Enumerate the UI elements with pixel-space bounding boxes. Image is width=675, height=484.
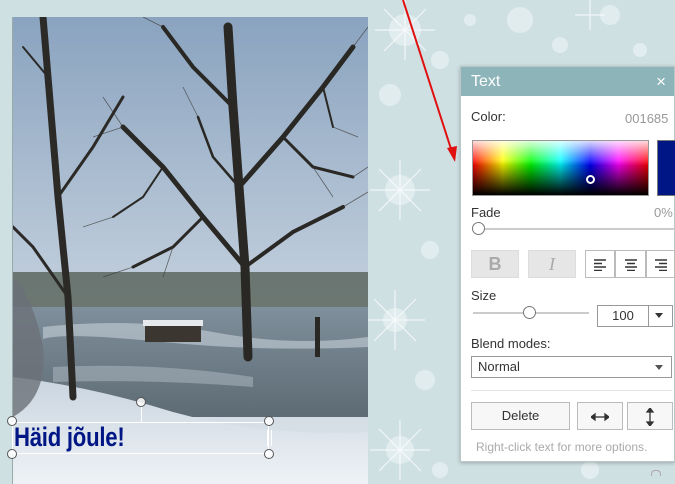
resize-handle-top-right[interactable]: [264, 416, 274, 426]
size-slider-knob[interactable]: [523, 306, 536, 319]
size-dropdown-button[interactable]: [647, 306, 672, 326]
fade-value: 0%: [654, 205, 673, 220]
fade-slider-track[interactable]: [473, 228, 675, 230]
fade-slider-knob[interactable]: [472, 222, 485, 235]
color-picker-cursor[interactable]: [586, 175, 595, 184]
flip-horizontal-button[interactable]: [577, 402, 623, 430]
align-left-icon: [594, 259, 606, 272]
delete-label: Delete: [501, 408, 540, 423]
text-panel: Text × Color: 001685 Fade 0% B I Size 10…: [460, 66, 675, 462]
size-value[interactable]: 100: [598, 306, 649, 326]
color-spectrum-picker[interactable]: [472, 140, 649, 196]
size-label: Size: [471, 288, 497, 303]
align-center-button[interactable]: [615, 250, 646, 278]
italic-button[interactable]: I: [528, 250, 576, 278]
fade-label: Fade: [471, 205, 501, 220]
align-left-button[interactable]: [585, 250, 615, 278]
chevron-down-icon: [655, 365, 663, 370]
canvas-text-layer[interactable]: Häid jõule!: [14, 420, 125, 454]
align-center-icon: [624, 259, 637, 272]
hint-text: Right-click text for more options.: [476, 440, 648, 454]
delete-button[interactable]: Delete: [471, 402, 570, 430]
panel-title: Text: [471, 73, 501, 90]
close-icon[interactable]: ×: [656, 67, 666, 96]
flip-vertical-button[interactable]: [627, 402, 673, 430]
resize-handle-bottom-right[interactable]: [264, 449, 274, 459]
chevron-down-icon: [655, 313, 663, 318]
rotate-handle-line: [141, 405, 142, 422]
align-right-button[interactable]: [646, 250, 675, 278]
current-color-swatch[interactable]: [657, 140, 675, 196]
rotate-handle[interactable]: [136, 397, 146, 407]
align-right-icon: [654, 259, 667, 272]
flip-vertical-icon: [645, 406, 655, 428]
text-cursor-handle[interactable]: [267, 430, 272, 446]
canvas-photo[interactable]: [12, 17, 368, 484]
color-label: Color:: [471, 109, 506, 124]
blend-mode-value: Normal: [478, 359, 520, 374]
divider: [471, 390, 672, 391]
color-hex-value[interactable]: 001685: [625, 111, 668, 126]
size-input[interactable]: 100: [597, 305, 673, 327]
bold-button[interactable]: B: [471, 250, 519, 278]
panel-header: Text ×: [461, 67, 674, 96]
blend-mode-select[interactable]: Normal: [471, 356, 672, 378]
bold-label: B: [488, 254, 502, 274]
panel-resize-chevron-icon[interactable]: [651, 470, 661, 476]
blend-modes-label: Blend modes:: [471, 336, 551, 351]
flip-horizontal-icon: [589, 412, 611, 422]
italic-label: I: [549, 254, 555, 274]
